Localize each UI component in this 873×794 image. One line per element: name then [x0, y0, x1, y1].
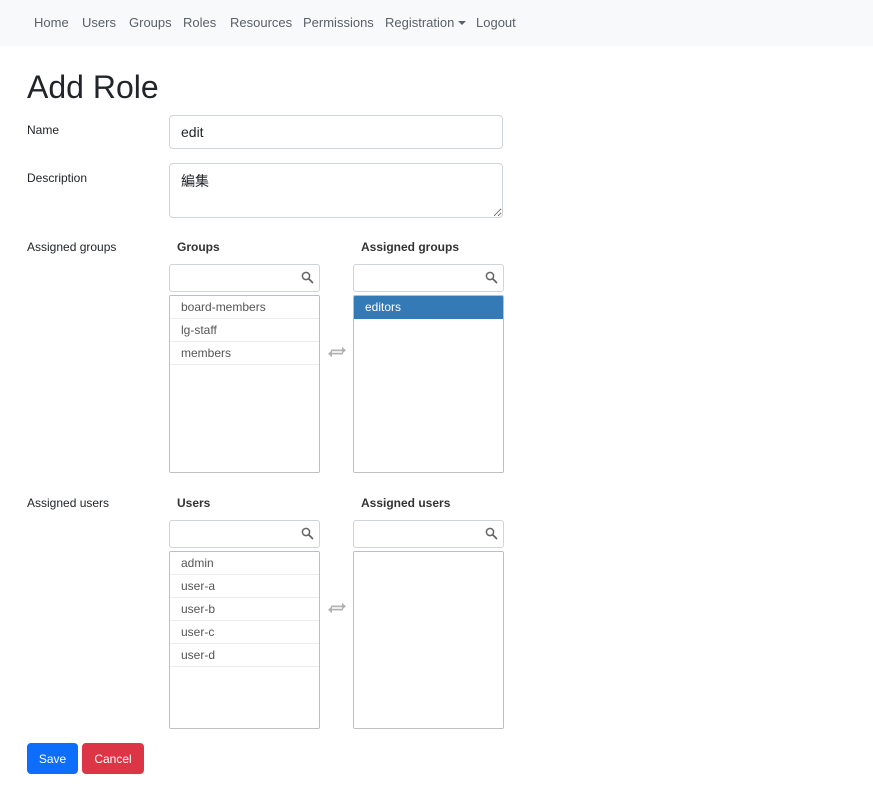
list-item[interactable]: lg-staff	[170, 319, 319, 342]
assigned-groups-label: Assigned groups	[27, 240, 117, 254]
groups-assigned-filter	[353, 264, 504, 292]
list-item[interactable]: user-d	[170, 644, 319, 667]
groups-available-list[interactable]: board-members lg-staff members	[169, 295, 320, 473]
search-icon	[301, 271, 314, 284]
assigned-users-label: Assigned users	[27, 496, 110, 510]
nav-registration-dropdown[interactable]: Registration	[385, 15, 467, 30]
swap-arrows-icon[interactable]	[327, 601, 347, 615]
list-item[interactable]: user-c	[170, 621, 319, 644]
nav-registration-label: Registration	[385, 15, 455, 30]
groups-assigned-filter-input[interactable]	[354, 265, 479, 291]
name-label: Name	[27, 123, 60, 137]
users-assigned-list[interactable]	[353, 551, 504, 729]
list-item[interactable]: user-a	[170, 575, 319, 598]
cancel-button[interactable]: Cancel	[82, 743, 144, 774]
groups-available-header: Groups	[177, 240, 220, 254]
nav-permissions[interactable]: Permissions	[303, 15, 374, 30]
list-item[interactable]: user-b	[170, 598, 319, 621]
search-icon	[485, 527, 498, 540]
users-assigned-filter	[353, 520, 504, 548]
navbar: Home Users Groups Roles Resources Permis…	[0, 0, 873, 46]
users-available-filter	[169, 520, 320, 548]
list-item[interactable]: admin	[170, 552, 319, 575]
nav-roles[interactable]: Roles	[183, 15, 216, 30]
name-input[interactable]	[169, 115, 503, 149]
caret-down-icon	[458, 21, 467, 25]
save-button[interactable]: Save	[27, 743, 78, 774]
nav-logout[interactable]: Logout	[476, 15, 516, 30]
description-textarea[interactable]: 編集	[169, 163, 503, 218]
nav-resources[interactable]: Resources	[230, 15, 292, 30]
search-icon	[485, 271, 498, 284]
groups-available-filter	[169, 264, 320, 292]
page-title: Add Role	[27, 69, 159, 105]
users-available-header: Users	[177, 496, 211, 510]
users-available-list[interactable]: admin user-a user-b user-c user-d	[169, 551, 320, 729]
nav-users[interactable]: Users	[82, 15, 116, 30]
list-item[interactable]: members	[170, 342, 319, 365]
users-assigned-header: Assigned users	[361, 496, 451, 510]
swap-arrows-icon[interactable]	[327, 345, 347, 359]
search-icon	[301, 527, 314, 540]
list-item[interactable]: board-members	[170, 296, 319, 319]
nav-groups[interactable]: Groups	[129, 15, 172, 30]
nav-home[interactable]: Home	[34, 15, 69, 30]
groups-available-filter-input[interactable]	[170, 265, 295, 291]
list-item[interactable]: editors	[354, 296, 503, 319]
users-assigned-filter-input[interactable]	[354, 521, 479, 547]
users-available-filter-input[interactable]	[170, 521, 295, 547]
groups-assigned-header: Assigned groups	[361, 240, 460, 254]
description-label: Description	[27, 171, 88, 185]
groups-assigned-list[interactable]: editors	[353, 295, 504, 473]
